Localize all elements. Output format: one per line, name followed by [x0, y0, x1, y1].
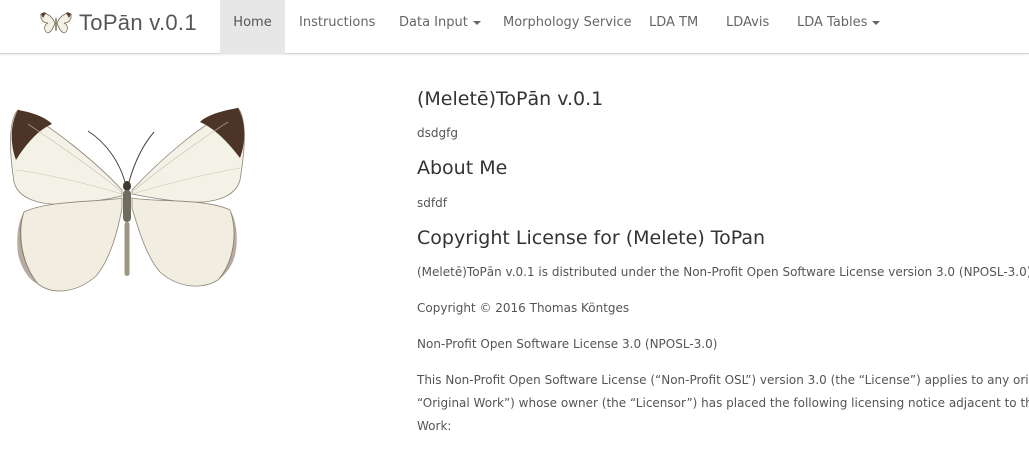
license-paragraph-line-1: This Non-Profit Open Software License (“… — [417, 373, 1029, 387]
copyright-heading: Copyright License for (Melete) ToPan — [417, 227, 766, 249]
nav-instructions-label: Instructions — [299, 15, 376, 30]
brand-link[interactable]: ToPān v.0.1 — [40, 8, 197, 38]
nav-home-label: Home — [233, 15, 272, 30]
license-paragraph-line-3: Work: — [417, 419, 452, 433]
page-title: (Meletē)ToPān v.0.1 — [417, 88, 604, 110]
title-text: dsdgfg — [417, 126, 458, 140]
butterfly-image — [10, 107, 245, 292]
butterfly-icon — [40, 12, 72, 34]
license-paragraph-line-2: “Original Work”) whose owner (the “Licen… — [417, 396, 1029, 410]
main-content: (Meletē)ToPān v.0.1 dsdgfg About Me sdfd… — [417, 0, 1029, 451]
nav-home[interactable]: Home — [220, 0, 285, 54]
about-heading: About Me — [417, 157, 508, 179]
nav-instructions[interactable]: Instructions — [299, 0, 375, 54]
copyright-line: Copyright © 2016 Thomas Köntges — [417, 301, 630, 315]
about-text: sdfdf — [417, 196, 447, 210]
brand-title: ToPān v.0.1 — [79, 10, 197, 35]
license-paragraph-1: (Meletē)ToPān v.0.1 is distributed under… — [417, 265, 1029, 279]
license-name: Non-Profit Open Software License 3.0 (NP… — [417, 337, 718, 351]
